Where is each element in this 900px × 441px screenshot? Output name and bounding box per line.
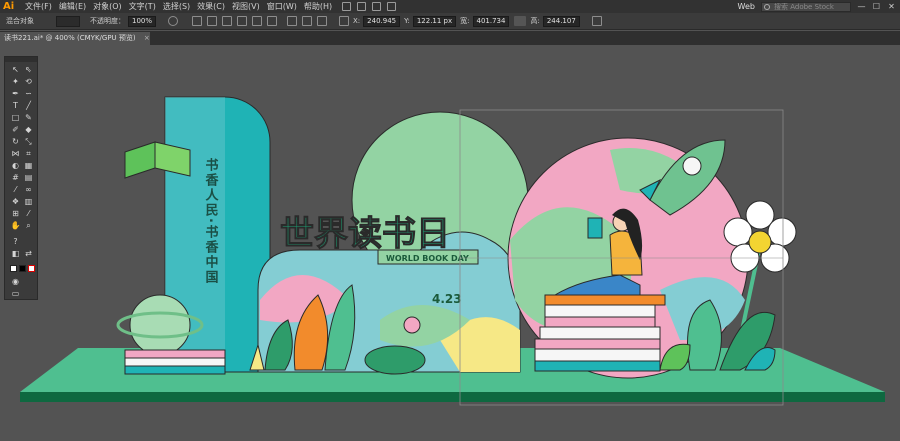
arrange-documents-icon[interactable] <box>372 2 382 11</box>
blend-tool-icon[interactable]: ∞ <box>23 185 34 195</box>
document-tab[interactable]: 读书221.ai* @ 400% (CMYK/GPU 预览) × <box>0 32 150 45</box>
lasso-tool-icon[interactable]: ⟲ <box>23 77 34 87</box>
paintbrush-tool-icon[interactable]: ✎ <box>23 113 34 123</box>
workspace-switcher[interactable]: Web <box>738 2 755 11</box>
x-label: X: <box>353 17 361 25</box>
headline-text: 世界读书日 <box>280 214 450 254</box>
hand-tool-icon[interactable]: ✋ <box>10 221 21 231</box>
menu-bar: Ai 文件(F) 编辑(E) 对象(O) 文字(T) 选择(S) 效果(C) 视… <box>0 0 900 13</box>
align-bottom-icon[interactable] <box>267 16 278 26</box>
eraser-tool-icon[interactable]: ◆ <box>23 125 34 135</box>
align-middle-icon[interactable] <box>252 16 263 26</box>
subline-text: WORLD BOOK DAY <box>386 254 469 263</box>
screen-mode-icon[interactable]: ▭ <box>10 289 21 299</box>
menu-object[interactable]: 对象(O) <box>93 1 122 12</box>
x-field[interactable]: 240.945 <box>363 15 401 27</box>
swap-fill-stroke-icon[interactable]: ⇄ <box>23 249 34 259</box>
opacity-field[interactable]: 100% <box>128 15 157 27</box>
send-icon[interactable] <box>387 2 397 11</box>
y-label: Y: <box>404 17 410 25</box>
type-tool-icon[interactable]: T <box>10 101 21 111</box>
tools-panel: ↖ ⇖ ✦ ⟲ ✒ ∽ T ╱ □ ✎ ✐ ◆ ↻ ⤡ ⋈ ⌗ ◐ ▦ # ▤ … <box>4 56 38 300</box>
rectangle-tool-icon[interactable]: □ <box>10 113 21 123</box>
slice-tool-icon[interactable]: ⁄ <box>23 209 34 219</box>
canvas[interactable]: 世界读书日 WORLD BOOK DAY 4.23 书香人民·书香中国 <box>0 45 900 441</box>
date-text: 4.23 <box>432 292 462 306</box>
recolor-icon[interactable] <box>168 16 179 26</box>
shape-builder-tool-icon[interactable]: ◐ <box>10 161 21 171</box>
width-label: 宽: <box>460 17 470 25</box>
align-left-icon[interactable] <box>192 16 203 26</box>
menu-file[interactable]: 文件(F) <box>25 1 52 12</box>
scale-tool-icon[interactable]: ⤡ <box>23 137 34 147</box>
symbol-sprayer-tool-icon[interactable]: ❖ <box>10 197 21 207</box>
link-icon[interactable] <box>514 16 527 26</box>
tools-panel-grip[interactable] <box>5 57 37 62</box>
search-icon <box>764 3 770 10</box>
menu-edit[interactable]: 编辑(E) <box>59 1 86 12</box>
shaper-tool-icon[interactable]: ✐ <box>10 125 21 135</box>
opacity-label: 不透明度： <box>90 17 125 25</box>
menu-effect[interactable]: 效果(C) <box>197 1 225 12</box>
align-right-icon[interactable] <box>222 16 233 26</box>
pen-tool-icon[interactable]: ✒ <box>10 89 21 99</box>
rotate-tool-icon[interactable]: ↻ <box>10 137 21 147</box>
drawing-mode-icon[interactable]: ◉ <box>10 277 21 287</box>
isolate-icon[interactable] <box>317 16 328 26</box>
document-tab-bar: 读书221.ai* @ 400% (CMYK/GPU 预览) × <box>0 31 900 45</box>
stroke-color-swatch[interactable] <box>19 265 26 272</box>
magic-wand-tool-icon[interactable]: ✦ <box>10 77 21 87</box>
height-field[interactable]: 244.107 <box>542 15 580 27</box>
close-tab-icon[interactable]: × <box>144 34 150 42</box>
free-transform-tool-icon[interactable]: ⌗ <box>23 149 34 159</box>
maximize-button[interactable]: ☐ <box>872 2 881 11</box>
selection-tool-icon[interactable]: ↖ <box>10 65 21 75</box>
mesh-tool-icon[interactable]: # <box>10 173 21 183</box>
fill-stroke-swatches-icon[interactable]: ◧ <box>10 249 21 259</box>
menu-type[interactable]: 文字(T) <box>129 1 156 12</box>
eyedropper-tool-icon[interactable]: ⁄ <box>10 185 21 195</box>
platform-edge <box>20 392 885 402</box>
transform-icon[interactable] <box>302 16 313 26</box>
height-label: 高: <box>530 17 540 25</box>
fill-color-swatch[interactable] <box>10 265 17 272</box>
none-swatch[interactable] <box>28 265 35 272</box>
menu-view[interactable]: 视图(V) <box>232 1 260 12</box>
artboard-tool-icon[interactable]: ⊞ <box>10 209 21 219</box>
y-field[interactable]: 122.11 px <box>412 15 457 27</box>
help-icon[interactable]: ? <box>10 237 21 247</box>
menu-select[interactable]: 选择(S) <box>163 1 190 12</box>
perspective-grid-tool-icon[interactable]: ▦ <box>23 161 34 171</box>
width-field[interactable]: 401.734 <box>472 15 510 27</box>
selection-type-label: 混合对象 <box>6 17 34 25</box>
close-window-button[interactable]: ✕ <box>887 2 896 11</box>
distribute-icon[interactable] <box>287 16 298 26</box>
reference-point-icon[interactable] <box>339 16 350 26</box>
open-book-icon <box>124 141 191 179</box>
minimize-button[interactable]: — <box>857 2 866 11</box>
vertical-slogan: 书香人民·书香中国 <box>203 157 220 285</box>
left-book-stack <box>124 349 226 375</box>
align-center-icon[interactable] <box>207 16 218 26</box>
menu-help[interactable]: 帮助(H) <box>304 1 332 12</box>
stroke-weight-field[interactable] <box>56 15 80 27</box>
width-tool-icon[interactable]: ⋈ <box>10 149 21 159</box>
curvature-tool-icon[interactable]: ∽ <box>23 89 34 99</box>
stock-icon[interactable] <box>357 2 367 11</box>
align-top-icon[interactable] <box>237 16 248 26</box>
line-tool-icon[interactable]: ╱ <box>23 101 34 111</box>
zoom-tool-icon[interactable]: ⌕ <box>23 221 34 231</box>
app-logo: Ai <box>3 1 15 12</box>
control-bar: 混合对象 不透明度： 100% X: 240.945 Y: 122.11 px … <box>0 13 900 30</box>
bridge-icon[interactable] <box>342 2 352 11</box>
stock-search-input[interactable]: 搜索 Adobe Stock <box>761 1 851 12</box>
column-graph-tool-icon[interactable]: ▥ <box>23 197 34 207</box>
gradient-tool-icon[interactable]: ▤ <box>23 173 34 183</box>
direct-selection-tool-icon[interactable]: ⇖ <box>23 65 34 75</box>
right-book-stack <box>534 294 666 372</box>
panel-menu-icon[interactable] <box>591 16 602 26</box>
menu-window[interactable]: 窗口(W) <box>267 1 297 12</box>
